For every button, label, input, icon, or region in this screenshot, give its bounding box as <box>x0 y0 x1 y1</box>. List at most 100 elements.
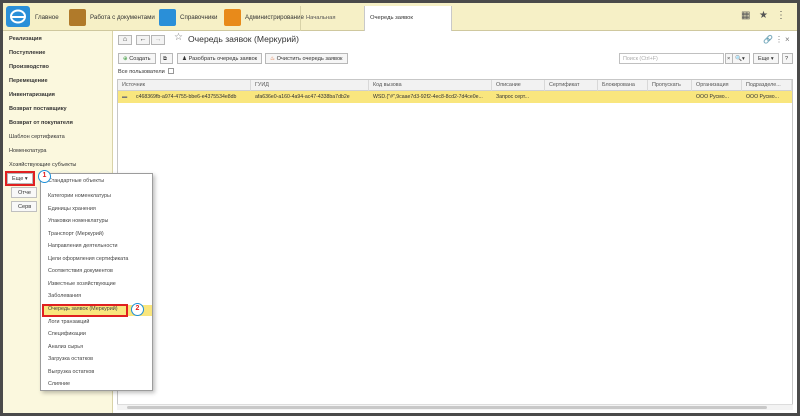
request-queue-table: Источник ГУИД Код вызова Описание Сертиф… <box>117 79 793 405</box>
create-button-label: Создать <box>129 56 151 62</box>
menu-item-doc-matching[interactable]: Соответствия документов <box>48 268 113 274</box>
main-panel: ⌂ ← → ☆ Очередь заявок (Меркурий) 🔗 ⋮ × … <box>114 31 797 413</box>
clear-queue-button[interactable]: ♨ Очистить очередь заявок <box>265 53 348 64</box>
page-title: Очередь заявок (Меркурий) <box>188 34 299 44</box>
menu-item-packaging[interactable]: Упаковки номенклатуры <box>48 218 108 224</box>
table-row[interactable]: ▬ c468369fb-a974-4755-bbe6-e4375534e8db … <box>118 91 792 103</box>
back-arrow-icon[interactable]: ← <box>136 35 150 45</box>
sidebar-item-return-customer[interactable]: Возврат от покупателя <box>9 120 73 126</box>
sidebar-item-cert-template[interactable]: Шаблон сертификата <box>9 134 65 140</box>
all-users-checkbox[interactable]: Все пользователи <box>118 68 174 75</box>
cell-guid[interactable]: afa636e0-a160-4a94-ac47-4338ba7db2e <box>251 91 369 103</box>
menu-item-nomenclature-categories[interactable]: Категории номенклатуры <box>48 193 111 199</box>
app-window: Главное Работа с документами Справочники… <box>0 0 800 416</box>
menu-item-raw-analysis[interactable]: Анализ сырья <box>48 344 83 350</box>
create-button[interactable]: ⊕ Создать <box>118 53 156 64</box>
copy-icon[interactable]: ⧉ <box>160 53 173 64</box>
sidebar-item-receipt[interactable]: Поступление <box>9 50 45 56</box>
link-icon[interactable]: 🔗 <box>763 35 773 44</box>
section-references[interactable]: Справочники <box>159 8 217 26</box>
col-description[interactable]: Описание <box>492 80 545 91</box>
tab-request-queue[interactable]: Очередь заявок (Меркурий)× <box>364 6 452 46</box>
menu-item-cert-goals[interactable]: Цели оформления сертификата <box>48 256 128 262</box>
col-call-code[interactable]: Код вызова <box>369 80 492 91</box>
menu-item-specifications[interactable]: Спецификации <box>48 331 86 337</box>
close-icon[interactable]: × <box>785 35 790 44</box>
col-certificate[interactable]: Сертификат <box>545 80 598 91</box>
sidebar-service-button[interactable]: Серв <box>11 201 37 212</box>
menu-item-unload-stock[interactable]: Выгрузка остатков <box>48 369 94 375</box>
col-skip[interactable]: Пропускать <box>648 80 692 91</box>
search-input[interactable]: Поиск (Ctrl+F) <box>619 53 724 64</box>
menu-item-diseases[interactable]: Заболевания <box>48 293 81 299</box>
cell-source[interactable]: c468369fb-a974-4755-bbe6-e4375534e8db <box>132 91 251 103</box>
search-icon[interactable]: 🔍▾ <box>732 53 750 64</box>
col-organization[interactable]: Организация <box>692 80 742 91</box>
scroll-thumb[interactable] <box>127 406 767 409</box>
col-blocked[interactable]: Блокирована <box>598 80 648 91</box>
clear-icon: ♨ <box>270 56 277 62</box>
checkbox-box[interactable] <box>167 68 174 74</box>
section-documents-label: Работа с документами <box>90 13 155 21</box>
table-header: Источник ГУИД Код вызова Описание Сертиф… <box>118 80 792 91</box>
more-vert-icon[interactable]: ⋮ <box>775 35 783 44</box>
home-nav-icon[interactable]: ⌂ <box>118 35 132 45</box>
more-dropdown-menu: Стандартные объекты Категории номенклату… <box>40 173 153 391</box>
sidebar-item-transfer[interactable]: Перемещение <box>9 78 48 84</box>
parse-queue-button[interactable]: ♟ Разобрать очередь заявок <box>177 53 263 64</box>
favorite-star-icon[interactable]: ☆ <box>174 32 183 43</box>
parse-queue-label: Разобрать очередь заявок <box>188 56 258 62</box>
callout-box-more <box>5 171 35 186</box>
sidebar-reports-button[interactable]: Отче <box>11 187 37 198</box>
step-badge-2: 2 <box>131 303 144 316</box>
parse-icon: ♟ <box>182 56 189 62</box>
tab-home-page[interactable]: Начальная страница <box>300 6 364 46</box>
cell-description[interactable]: Запрос серт... <box>492 91 545 103</box>
grid-menu-icon[interactable]: ▦ <box>741 10 750 22</box>
menu-item-known-entities[interactable]: Известные хозяйствующие <box>48 281 116 287</box>
more-button[interactable]: Еще ▾ <box>753 53 779 64</box>
col-guid[interactable]: ГУИД <box>251 80 369 91</box>
section-admin[interactable]: Администрирование <box>224 8 304 26</box>
horizontal-scrollbar[interactable] <box>117 404 793 410</box>
section-main-label: Главное <box>35 13 59 21</box>
menu-item-activity-directions[interactable]: Направления деятельности <box>48 243 118 249</box>
cell-certificate[interactable] <box>545 91 598 103</box>
callout-box-queue <box>42 304 128 317</box>
cell-blocked[interactable] <box>598 91 648 103</box>
sidebar-item-inventory[interactable]: Инвентаризация <box>9 92 55 98</box>
sidebar-item-nomenclature[interactable]: Номенклатура <box>9 148 47 154</box>
all-users-label: Все пользователи <box>118 69 165 75</box>
menu-item-transaction-logs[interactable]: Логи транзакций <box>48 319 89 325</box>
section-references-label: Справочники <box>180 13 218 21</box>
section-documents[interactable]: Работа с документами <box>69 8 155 26</box>
col-source[interactable]: Источник <box>118 80 251 91</box>
clear-queue-label: Очистить очередь заявок <box>276 56 343 62</box>
app-logo-icon[interactable] <box>6 6 30 27</box>
sidebar-item-return-supplier[interactable]: Возврат поставщику <box>9 106 67 112</box>
dots-menu-icon[interactable]: ⋮ <box>776 10 786 22</box>
sidebar-item-business-entities[interactable]: Хозяйствующие субъекты <box>9 162 76 168</box>
menu-item-storage-units[interactable]: Единицы хранения <box>48 206 96 212</box>
step-badge-1: 1 <box>38 170 51 183</box>
menu-item-merge[interactable]: Слияние <box>48 381 70 387</box>
menu-item-transport[interactable]: Транспорт (Меркурий) <box>48 231 104 237</box>
books-icon <box>159 8 176 26</box>
favorites-star-icon[interactable]: ★ <box>759 10 768 22</box>
tools-icon <box>224 8 241 26</box>
help-button[interactable]: ? <box>782 53 793 64</box>
cell-call-code[interactable]: WSD.{"#",9caae7d3-92f2-4ec8-8cd2-7d4ce0e… <box>369 91 492 103</box>
top-bar: Главное Работа с документами Справочники… <box>3 3 797 46</box>
sidebar-item-sales[interactable]: Реализация <box>9 36 42 42</box>
section-admin-label: Администрирование <box>245 13 305 21</box>
forward-arrow-icon[interactable]: → <box>151 35 165 45</box>
section-main[interactable]: Главное <box>35 8 59 26</box>
col-department[interactable]: Подразделе... <box>742 80 792 91</box>
briefcase-icon <box>69 8 86 26</box>
cell-department[interactable]: ООО Русмо... <box>742 91 792 103</box>
sidebar-item-production[interactable]: Производство <box>9 64 49 70</box>
menu-item-standard-objects[interactable]: Стандартные объекты <box>48 178 104 184</box>
menu-item-load-stock[interactable]: Загрузка остатков <box>48 356 93 362</box>
cell-organization[interactable]: ООО Русмо... <box>692 91 742 103</box>
cell-skip[interactable] <box>648 91 692 103</box>
